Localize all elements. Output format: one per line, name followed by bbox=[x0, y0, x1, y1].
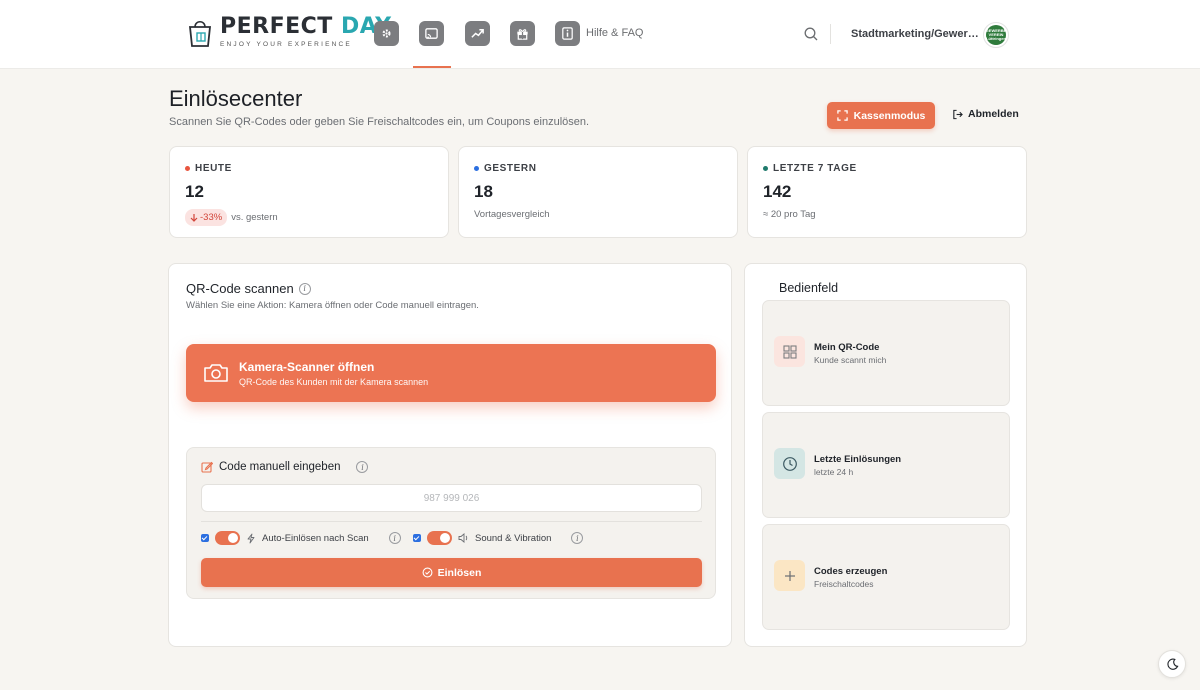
page-subtitle: Scannen Sie QR-Codes oder geben Sie Frei… bbox=[169, 116, 590, 128]
kassenmodus-button[interactable]: Kassenmodus bbox=[827, 102, 935, 129]
avatar-logo: GEWERBE VEREIN Lüttringen bbox=[986, 25, 1006, 45]
open-camera-scanner-button[interactable]: Kamera-Scanner öffnen QR-Code des Kunden… bbox=[186, 344, 716, 402]
active-nav-indicator bbox=[413, 66, 451, 68]
stat-value: 12 bbox=[185, 182, 204, 201]
manual-code-entry: Code manuell eingeben i Auto-Einlösen na… bbox=[186, 447, 716, 599]
logout-label: Abmelden bbox=[968, 108, 1019, 120]
brand-tagline: ENJOY YOUR EXPERIENCE bbox=[220, 41, 352, 48]
camera-button-title: Kamera-Scanner öffnen bbox=[239, 360, 375, 374]
brand-logo[interactable]: PERFECT DAY ENJOY YOUR EXPERIENCE bbox=[186, 16, 392, 52]
nav-statistics[interactable] bbox=[465, 21, 490, 46]
search-icon[interactable] bbox=[803, 26, 819, 42]
auto-redeem-toggle[interactable] bbox=[215, 531, 240, 545]
logout-icon bbox=[953, 109, 963, 119]
sound-toggle[interactable] bbox=[427, 531, 452, 545]
kassenmodus-label: Kassenmodus bbox=[853, 109, 926, 122]
redeem-button[interactable]: Einlösen bbox=[201, 558, 702, 587]
control-panel: Bedienfeld Mein QR-Code Kunde scannt mic… bbox=[744, 263, 1027, 647]
tile-title: Codes erzeugen bbox=[814, 566, 888, 577]
stat-label: HEUTE bbox=[195, 163, 232, 174]
auto-redeem-checkbox[interactable] bbox=[201, 534, 209, 542]
stat-sub: vs. gestern bbox=[231, 212, 278, 223]
tile-subtitle: Kunde scannt mich bbox=[814, 355, 887, 365]
fullscreen-icon bbox=[836, 110, 848, 121]
qr-panel-title: QR-Code scannen bbox=[186, 281, 294, 296]
code-input[interactable] bbox=[201, 484, 702, 512]
tile-title: Mein QR-Code bbox=[814, 342, 880, 353]
info-icon[interactable]: i bbox=[356, 461, 369, 473]
moon-icon bbox=[1166, 658, 1178, 670]
brand-name-part1: PERFECT bbox=[220, 14, 333, 39]
logout-button[interactable]: Abmelden bbox=[952, 108, 1019, 120]
qr-panel-subtitle: Wählen Sie eine Aktion: Kamera öffnen od… bbox=[186, 300, 479, 311]
stat-card-today: HEUTE 12 -33% vs. gestern bbox=[169, 146, 449, 238]
info-icon[interactable]: i bbox=[298, 282, 311, 295]
grid-icon bbox=[782, 344, 797, 359]
lightning-icon bbox=[247, 533, 255, 543]
tile-recent-redemptions[interactable]: Letzte Einlösungen letzte 24 h bbox=[762, 412, 1010, 518]
nav-help[interactable] bbox=[555, 21, 580, 46]
avatar-text-3: Lüttringen bbox=[986, 36, 1006, 41]
stat-card-last-7-days: LETZTE 7 TAGE 142 ≈ 20 pro Tag bbox=[747, 146, 1027, 238]
tile-icon-wrap bbox=[774, 560, 805, 591]
cast-icon bbox=[425, 28, 438, 39]
status-dot bbox=[185, 166, 190, 171]
tile-icon-wrap bbox=[774, 336, 805, 367]
nav-gifts[interactable] bbox=[510, 21, 535, 46]
edit-icon bbox=[201, 461, 213, 473]
header-divider bbox=[830, 24, 831, 44]
tile-my-qr-code[interactable]: Mein QR-Code Kunde scannt mich bbox=[762, 300, 1010, 406]
trending-icon bbox=[471, 29, 484, 38]
plus-icon bbox=[784, 570, 795, 581]
stat-value: 18 bbox=[474, 182, 493, 201]
nav-cast[interactable] bbox=[419, 21, 444, 46]
organization-avatar[interactable]: GEWERBE VEREIN Lüttringen bbox=[983, 22, 1009, 48]
info-icon[interactable]: i bbox=[388, 532, 401, 544]
status-dot bbox=[474, 166, 479, 171]
stat-label: GESTERN bbox=[484, 163, 537, 174]
divider bbox=[201, 521, 702, 522]
change-badge: -33% bbox=[185, 209, 228, 226]
page-title: Einlösecenter bbox=[169, 86, 303, 111]
arrow-down-icon bbox=[190, 214, 198, 222]
nav-help-label[interactable]: Hilfe & FAQ bbox=[586, 27, 643, 39]
status-dot bbox=[763, 166, 768, 171]
redeem-label: Einlösen bbox=[437, 566, 482, 579]
tile-title: Letzte Einlösungen bbox=[814, 454, 902, 465]
stat-label: LETZTE 7 TAGE bbox=[773, 163, 857, 174]
tile-subtitle: letzte 24 h bbox=[814, 467, 854, 477]
change-value: -33% bbox=[200, 212, 223, 223]
clock-icon bbox=[782, 456, 797, 471]
speaker-icon bbox=[458, 533, 468, 543]
camera-button-subtitle: QR-Code des Kunden mit der Kamera scanne… bbox=[239, 377, 429, 387]
stat-value: 142 bbox=[763, 182, 792, 201]
camera-icon bbox=[204, 364, 228, 382]
sound-checkbox[interactable] bbox=[413, 534, 421, 542]
check-circle-icon bbox=[422, 567, 433, 578]
sound-vibration-option: Sound & Vibration i bbox=[413, 531, 584, 545]
gift-icon bbox=[517, 29, 528, 40]
organization-name[interactable]: Stadtmarketing/Gewer… bbox=[851, 28, 979, 40]
stat-sub: Vortagesvergleich bbox=[474, 209, 550, 220]
nav-settings[interactable] bbox=[374, 21, 399, 46]
shopping-bag-icon bbox=[189, 20, 211, 47]
info-icon bbox=[562, 27, 573, 40]
tile-icon-wrap bbox=[774, 448, 805, 479]
top-bar: PERFECT DAY ENJOY YOUR EXPERIENCE Hilfe … bbox=[0, 0, 1200, 69]
sound-label: Sound & Vibration bbox=[475, 532, 552, 544]
dark-mode-toggle[interactable] bbox=[1158, 650, 1186, 678]
stat-sub: ≈ 20 pro Tag bbox=[763, 209, 816, 220]
tile-subtitle: Freischaltcodes bbox=[814, 579, 874, 589]
gear-icon bbox=[382, 29, 391, 38]
manual-entry-title: Code manuell eingeben bbox=[219, 461, 341, 473]
tile-generate-codes[interactable]: Codes erzeugen Freischaltcodes bbox=[762, 524, 1010, 630]
auto-redeem-option: Auto-Einlösen nach Scan i bbox=[201, 531, 401, 545]
control-panel-title: Bedienfeld bbox=[779, 281, 839, 295]
qr-scanner-panel: QR-Code scannen i Wählen Sie eine Aktion… bbox=[168, 263, 732, 647]
stat-card-yesterday: GESTERN 18 Vortagesvergleich bbox=[458, 146, 738, 238]
info-icon[interactable]: i bbox=[571, 532, 584, 544]
auto-redeem-label: Auto-Einlösen nach Scan bbox=[262, 532, 369, 544]
